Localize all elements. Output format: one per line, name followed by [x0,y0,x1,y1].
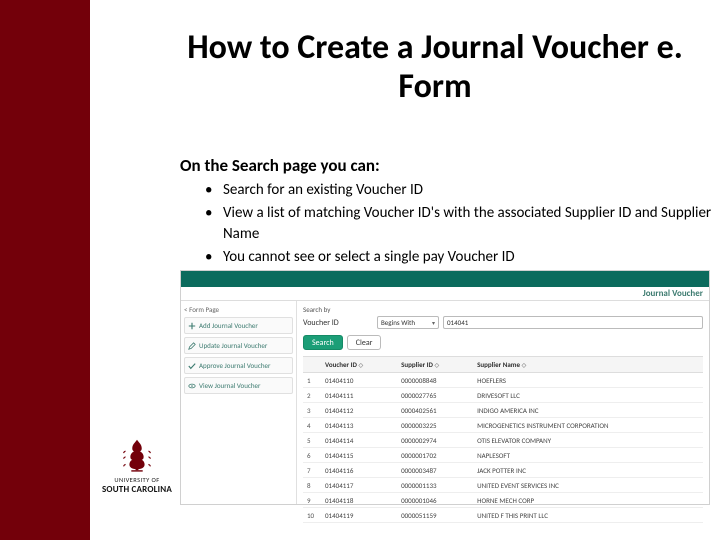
usc-logo: UNIVERSITY OF SOUTH CAROLINA [98,435,176,495]
bullet-item: Search for an existing Voucher ID [205,180,720,201]
tree-icon [117,435,157,475]
table-row[interactable]: 9014041180000001046HORNE MECH CORP [303,493,703,508]
voucher-id-value: 014041 [447,318,468,327]
left-panel: < Form Page Add Journal Voucher Update J… [181,301,297,504]
table-row[interactable]: 2014041110000027765DRIVESOFT LLC [303,388,703,403]
table-header-row: Voucher ID ◇ Supplier ID ◇ Supplier Name… [303,357,703,373]
table-row[interactable]: 7014041160000003487JACK POTTER INC [303,463,703,478]
sort-icon: ◇ [522,361,527,369]
table-row[interactable]: 10014041190000051159UNITED F THIS PRINT … [303,508,703,523]
button-row: Search Clear [303,335,703,350]
table-body: 1014041100000008848HOEFLERS 201404111000… [303,373,703,523]
logo-text: UNIVERSITY OF SOUTH CAROLINA [98,476,176,495]
operator-value: Begins With [381,318,415,327]
search-by-label: Search by [303,305,703,314]
sort-icon: ◇ [359,361,364,369]
bullet-item: You cannot see or select a single pay Vo… [205,247,720,268]
logo-south-carolina: SOUTH CAROLINA [98,484,176,495]
nav-view-journal-voucher[interactable]: View Journal Voucher [184,377,293,394]
results-table: Voucher ID ◇ Supplier ID ◇ Supplier Name… [303,356,703,523]
slide-subtitle: On the Search page you can: [180,155,380,176]
col-supplier-id[interactable]: Supplier ID ◇ [397,357,473,373]
app-header: Journal Voucher [181,287,709,301]
search-panel: Search by Voucher ID Begins With ▾ 01404… [297,301,709,504]
sort-icon: ◇ [435,361,440,369]
check-icon [188,362,196,370]
nav-label: View Journal Voucher [199,381,260,390]
slide-title: How to Create a Journal Voucher e. Form [170,28,700,106]
maroon-sidebar [0,0,90,540]
nav-approve-journal-voucher[interactable]: Approve Journal Voucher [184,357,293,374]
logo-university-of: UNIVERSITY OF [98,476,176,484]
search-button-label: Search [312,338,334,348]
eye-icon [188,382,196,390]
nav-label: Approve Journal Voucher [199,361,270,370]
app-body: < Form Page Add Journal Voucher Update J… [181,301,709,504]
search-button[interactable]: Search [303,335,343,350]
nav-update-journal-voucher[interactable]: Update Journal Voucher [184,337,293,354]
chevron-down-icon: ▾ [432,319,435,327]
col-voucher-id[interactable]: Voucher ID ◇ [321,357,397,373]
app-topbar [181,271,709,287]
app-header-title: Journal Voucher [643,288,703,299]
table-row[interactable]: 3014041120000402561INDIGO AMERICA INC [303,403,703,418]
col-supplier-name[interactable]: Supplier Name ◇ [473,357,703,373]
voucher-id-input[interactable]: 014041 [443,316,703,329]
clear-button[interactable]: Clear [347,335,382,350]
table-row[interactable]: 4014041130000003225MICROGENETICS INSTRUM… [303,418,703,433]
pencil-icon [188,342,196,350]
nav-label: Update Journal Voucher [199,341,267,350]
table-row[interactable]: 5014041140000002974OTIS ELEVATOR COMPANY [303,433,703,448]
plus-icon [188,322,196,330]
search-row: Voucher ID Begins With ▾ 014041 [303,316,703,329]
table-row[interactable]: 1014041100000008848HOEFLERS [303,373,703,388]
table-row[interactable]: 6014041150000001702NAPLESOFT [303,448,703,463]
voucher-id-label: Voucher ID [303,318,373,328]
clear-button-label: Clear [356,338,373,348]
app-screenshot: Journal Voucher < Form Page Add Journal … [180,270,710,505]
bullet-list: Search for an existing Voucher ID View a… [205,180,720,270]
nav-label: Add Journal Voucher [199,321,258,330]
slide: How to Create a Journal Voucher e. Form … [0,0,720,540]
operator-select[interactable]: Begins With ▾ [377,316,439,329]
nav-add-journal-voucher[interactable]: Add Journal Voucher [184,317,293,334]
left-panel-back[interactable]: < Form Page [184,305,293,314]
table-row[interactable]: 8014041170000001133UNITED EVENT SERVICES… [303,478,703,493]
bullet-item: View a list of matching Voucher ID's wit… [205,203,720,245]
col-rownum [303,357,321,373]
